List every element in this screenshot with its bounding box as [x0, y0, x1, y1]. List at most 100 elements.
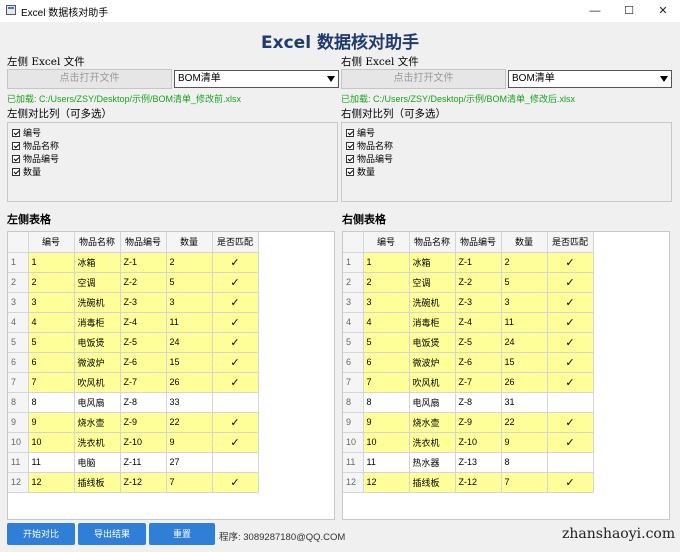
table-cell[interactable]: 消毒柜: [409, 312, 456, 333]
row-number[interactable]: 8: [8, 392, 29, 413]
table-cell[interactable]: 消毒柜: [74, 312, 121, 333]
table-cell[interactable]: 11: [501, 312, 548, 333]
table-cell[interactable]: 22: [501, 412, 548, 433]
table-cell[interactable]: Z-7: [120, 372, 167, 393]
table-row[interactable]: 7 7 吹风机 Z-7 26 ✓: [343, 372, 594, 393]
table-cell[interactable]: Z-5: [455, 332, 502, 353]
table-cell[interactable]: Z-3: [120, 292, 167, 313]
table-cell[interactable]: Z-5: [120, 332, 167, 353]
table-cell[interactable]: 吹风机: [409, 372, 456, 393]
table-row[interactable]: 2 2 空调 Z-2 5 ✓: [8, 272, 259, 293]
table-cell[interactable]: 插线板: [409, 472, 456, 493]
match-cell[interactable]: ✓: [212, 352, 259, 373]
table-cell[interactable]: 27: [166, 452, 213, 473]
row-number[interactable]: 11: [8, 452, 29, 473]
right-col-checkbox[interactable]: 物品名称: [346, 140, 393, 152]
table-cell[interactable]: Z-2: [120, 272, 167, 293]
table-cell[interactable]: 15: [166, 352, 213, 373]
table-corner[interactable]: [8, 232, 29, 253]
row-number[interactable]: 1: [343, 252, 364, 273]
table-cell[interactable]: Z-10: [455, 432, 502, 453]
column-header[interactable]: 编号: [28, 232, 75, 253]
table-cell[interactable]: 7: [28, 372, 75, 393]
match-cell[interactable]: ✓: [212, 372, 259, 393]
table-cell[interactable]: 微波炉: [74, 352, 121, 373]
table-cell[interactable]: Z-6: [455, 352, 502, 373]
table-cell[interactable]: 33: [166, 392, 213, 413]
row-number[interactable]: 1: [8, 252, 29, 273]
table-row[interactable]: 6 6 微波炉 Z-6 15 ✓: [343, 352, 594, 373]
table-row[interactable]: 12 12 插线板 Z-12 7 ✓: [8, 472, 259, 493]
table-cell[interactable]: 洗衣机: [74, 432, 121, 453]
match-cell[interactable]: ✓: [212, 432, 259, 453]
left-col-checkbox[interactable]: 物品编号: [12, 153, 59, 165]
table-row[interactable]: 3 3 洗碗机 Z-3 3 ✓: [343, 292, 594, 313]
table-row[interactable]: 9 9 烧水壶 Z-9 22 ✓: [343, 412, 594, 433]
table-row[interactable]: 1 1 冰箱 Z-1 2 ✓: [8, 252, 259, 273]
table-cell[interactable]: 2: [28, 272, 75, 293]
table-row[interactable]: 9 9 烧水壶 Z-9 22 ✓: [8, 412, 259, 433]
row-number[interactable]: 8: [343, 392, 364, 413]
table-cell[interactable]: Z-3: [455, 292, 502, 313]
table-cell[interactable]: 24: [501, 332, 548, 353]
column-header[interactable]: 编号: [363, 232, 410, 253]
table-cell[interactable]: Z-4: [455, 312, 502, 333]
right-open-file-button[interactable]: 点击打开文件: [341, 69, 506, 89]
table-cell[interactable]: 5: [363, 332, 410, 353]
table-row[interactable]: 4 4 消毒柜 Z-4 11 ✓: [343, 312, 594, 333]
table-cell[interactable]: 7: [363, 372, 410, 393]
table-cell[interactable]: 8: [363, 392, 410, 413]
table-cell[interactable]: 2: [501, 252, 548, 273]
table-cell[interactable]: 1: [363, 252, 410, 273]
table-cell[interactable]: 冰箱: [409, 252, 456, 273]
table-cell[interactable]: 微波炉: [409, 352, 456, 373]
table-cell[interactable]: 电饭煲: [74, 332, 121, 353]
match-cell[interactable]: ✓: [212, 312, 259, 333]
table-cell[interactable]: 电风扇: [409, 392, 456, 413]
match-cell[interactable]: ✓: [547, 332, 594, 353]
match-cell[interactable]: [547, 392, 594, 413]
table-cell[interactable]: 9: [363, 412, 410, 433]
row-number[interactable]: 7: [343, 372, 364, 393]
table-cell[interactable]: 15: [501, 352, 548, 373]
match-cell[interactable]: [547, 452, 594, 473]
match-cell[interactable]: ✓: [547, 312, 594, 333]
table-cell[interactable]: Z-12: [120, 472, 167, 493]
row-number[interactable]: 9: [343, 412, 364, 433]
table-cell[interactable]: 3: [28, 292, 75, 313]
table-cell[interactable]: 26: [166, 372, 213, 393]
minimize-button[interactable]: —: [578, 0, 612, 22]
table-cell[interactable]: Z-4: [120, 312, 167, 333]
table-row[interactable]: 1 1 冰箱 Z-1 2 ✓: [343, 252, 594, 273]
match-cell[interactable]: ✓: [547, 412, 594, 433]
table-cell[interactable]: 12: [363, 472, 410, 493]
table-cell[interactable]: 空调: [409, 272, 456, 293]
table-cell[interactable]: 吹风机: [74, 372, 121, 393]
match-cell[interactable]: ✓: [212, 252, 259, 273]
row-number[interactable]: 7: [8, 372, 29, 393]
table-row[interactable]: 6 6 微波炉 Z-6 15 ✓: [8, 352, 259, 373]
table-cell[interactable]: 11: [28, 452, 75, 473]
row-number[interactable]: 6: [343, 352, 364, 373]
table-cell[interactable]: 空调: [74, 272, 121, 293]
match-cell[interactable]: ✓: [212, 332, 259, 353]
table-cell[interactable]: Z-6: [120, 352, 167, 373]
table-cell[interactable]: 9: [501, 432, 548, 453]
row-number[interactable]: 5: [343, 332, 364, 353]
reset-button[interactable]: 重置: [149, 523, 215, 545]
match-cell[interactable]: ✓: [212, 472, 259, 493]
table-cell[interactable]: 洗衣机: [409, 432, 456, 453]
left-open-file-button[interactable]: 点击打开文件: [7, 69, 172, 89]
table-row[interactable]: 12 12 插线板 Z-12 7 ✓: [343, 472, 594, 493]
column-header[interactable]: 是否匹配: [212, 232, 259, 253]
match-cell[interactable]: ✓: [547, 292, 594, 313]
row-number[interactable]: 3: [8, 292, 29, 313]
match-cell[interactable]: [212, 452, 259, 473]
match-cell[interactable]: ✓: [547, 372, 594, 393]
table-cell[interactable]: 11: [166, 312, 213, 333]
row-number[interactable]: 3: [343, 292, 364, 313]
table-cell[interactable]: 7: [166, 472, 213, 493]
table-cell[interactable]: 洗碗机: [409, 292, 456, 313]
column-header[interactable]: 是否匹配: [547, 232, 594, 253]
match-cell[interactable]: ✓: [547, 272, 594, 293]
